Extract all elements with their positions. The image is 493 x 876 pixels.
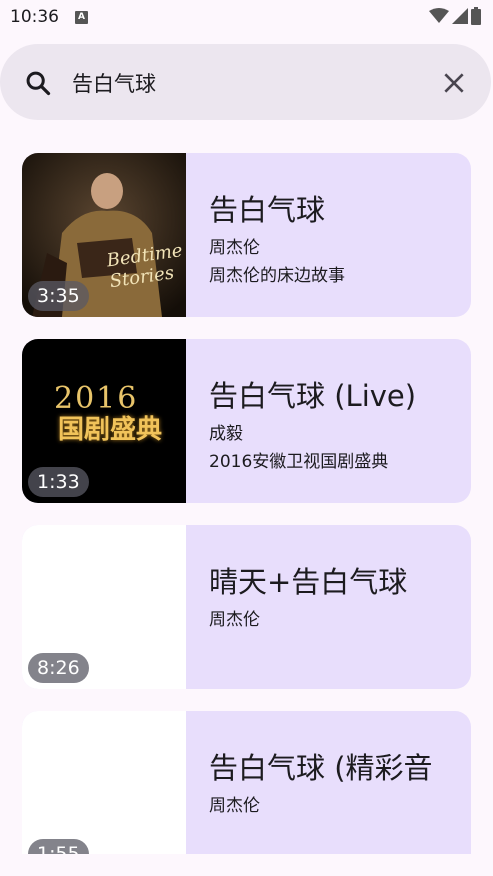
- duration-badge: 1:33: [28, 467, 89, 497]
- duration-badge: 1:55: [28, 839, 89, 854]
- bottom-spacer: [0, 856, 493, 876]
- song-title: 告白气球: [209, 193, 326, 227]
- album-art: Bedtime Stories 3:35: [22, 153, 186, 317]
- album-art-title: 国剧盛典: [58, 415, 163, 445]
- album-art: 8:26: [22, 525, 186, 689]
- result-info: 晴天+告白气球 周杰伦: [209, 525, 471, 689]
- close-icon[interactable]: [441, 70, 467, 96]
- result-card[interactable]: 8:26 晴天+告白气球 周杰伦: [22, 525, 471, 689]
- result-card[interactable]: 1:55 告白气球 (精彩音 周杰伦: [22, 711, 471, 854]
- song-album: 周杰伦的床边故事: [209, 266, 345, 286]
- notification-a-icon: A: [75, 10, 88, 24]
- wifi-icon: [429, 8, 449, 23]
- song-artist: 成毅: [209, 424, 243, 444]
- song-artist: 周杰伦: [209, 238, 260, 258]
- result-info: 告白气球 (Live) 成毅 2016安徽卫视国剧盛典: [209, 339, 471, 503]
- signal-icon: [452, 8, 468, 24]
- album-art: 1:55: [22, 711, 186, 854]
- results-list[interactable]: Bedtime Stories 3:35 告白气球 周杰伦 周杰伦的床边故事 2…: [0, 134, 493, 854]
- battery-icon: [471, 7, 481, 25]
- status-bar: 10:36 A: [0, 0, 493, 34]
- search-icon[interactable]: [24, 69, 52, 97]
- search-bar[interactable]: 告白气球: [0, 44, 491, 120]
- song-artist: 周杰伦: [209, 796, 260, 816]
- status-time: 10:36: [10, 7, 59, 27]
- status-icons: [429, 7, 481, 25]
- result-card[interactable]: 2016 国剧盛典 1:33 告白气球 (Live) 成毅 2016安徽卫视国剧…: [22, 339, 471, 503]
- song-title: 告白气球 (Live): [209, 379, 417, 413]
- result-info: 告白气球 周杰伦 周杰伦的床边故事: [209, 153, 471, 317]
- search-input[interactable]: 告白气球: [72, 68, 156, 98]
- song-album: 2016安徽卫视国剧盛典: [209, 452, 389, 472]
- result-info: 告白气球 (精彩音 周杰伦: [209, 711, 471, 854]
- song-title: 告白气球 (精彩音: [209, 751, 433, 785]
- song-artist: 周杰伦: [209, 610, 260, 630]
- result-card[interactable]: Bedtime Stories 3:35 告白气球 周杰伦 周杰伦的床边故事: [22, 153, 471, 317]
- song-title: 晴天+告白气球: [209, 565, 408, 599]
- duration-badge: 8:26: [28, 653, 89, 683]
- album-art: 2016 国剧盛典 1:33: [22, 339, 186, 503]
- duration-badge: 3:35: [28, 281, 89, 311]
